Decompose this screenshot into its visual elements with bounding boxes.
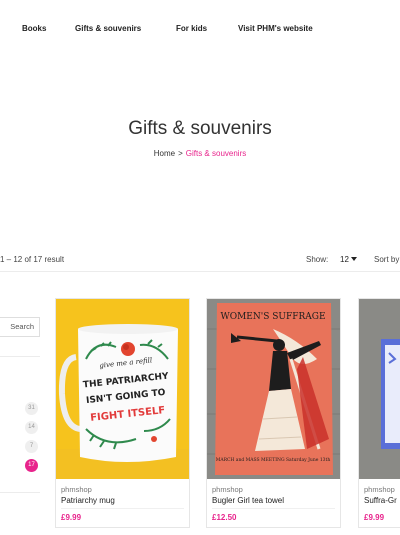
product-image-tea-towel[interactable]: WOMEN'S SUFFRAGE MARCH and MASS MEETING …: [207, 299, 340, 479]
result-count: 1 – 12 of 17 result: [0, 255, 65, 264]
tea-towel-artwork: WOMEN'S SUFFRAGE MARCH and MASS MEETING …: [207, 299, 340, 479]
product-vendor: phmshop: [61, 485, 92, 494]
toolbar-divider: [0, 271, 400, 272]
page-title: Gifts & souvenirs: [128, 118, 272, 139]
mug-artwork: give me a refill THE PATRIARCHY ISN'T GO…: [56, 299, 189, 479]
nav-item-gifts-souvenirs[interactable]: Gifts & souvenirs: [75, 24, 141, 33]
product-card-suffra-gr[interactable]: phmshop Suffra-Gr £9.99: [358, 298, 400, 528]
product-vendor: phmshop: [212, 485, 243, 494]
product-card-patriarchy-mug[interactable]: give me a refill THE PATRIARCHY ISN'T GO…: [55, 298, 190, 528]
towel-footer: MARCH and MASS MEETING Saturday June 13t…: [216, 457, 331, 463]
product-image-mug[interactable]: give me a refill THE PATRIARCHY ISN'T GO…: [56, 299, 189, 479]
breadcrumb: Home > Gifts & souvenirs: [0, 149, 400, 158]
breadcrumb-separator: >: [178, 149, 183, 158]
per-page-select[interactable]: 12: [340, 255, 357, 264]
sort-by-dropdown[interactable]: Sort by: [374, 255, 399, 264]
nav-item-books[interactable]: Books: [22, 24, 46, 33]
product-price: £12.50: [212, 513, 237, 522]
category-count-badge[interactable]: 7: [25, 440, 38, 453]
product-vendor: phmshop: [364, 485, 395, 494]
per-page-value: 12: [340, 255, 349, 264]
product-card-bugler-girl-tea-towel[interactable]: WOMEN'S SUFFRAGE MARCH and MASS MEETING …: [206, 298, 341, 528]
category-count-badge[interactable]: 14: [25, 421, 38, 434]
product-name-link[interactable]: Suffra-Gr: [364, 496, 397, 505]
category-count-badge-active[interactable]: 17: [25, 459, 38, 472]
nav-item-visit-phm-website[interactable]: Visit PHM's website: [238, 24, 313, 33]
suffra-gr-artwork: [359, 299, 400, 479]
category-count-badge[interactable]: 31: [25, 402, 38, 415]
product-image-suffra-gr[interactable]: [359, 299, 400, 479]
product-name-link[interactable]: Patriarchy mug: [61, 496, 115, 505]
product-price: £9.99: [61, 513, 82, 522]
nav-item-for-kids[interactable]: For kids: [176, 24, 207, 33]
sidebar-divider: [0, 356, 40, 357]
search-button[interactable]: Search: [0, 317, 40, 337]
breadcrumb-current: Gifts & souvenirs: [185, 149, 247, 158]
show-label: Show:: [306, 255, 329, 264]
product-name-link[interactable]: Bugler Girl tea towel: [212, 496, 284, 505]
caret-down-icon: [350, 257, 357, 261]
card-divider: [61, 508, 184, 509]
product-price: £9.99: [364, 513, 385, 522]
towel-title: WOMEN'S SUFFRAGE: [220, 312, 325, 322]
breadcrumb-home-link[interactable]: Home: [154, 149, 175, 158]
card-divider: [212, 508, 335, 509]
sidebar-divider: [0, 492, 40, 493]
top-navigation: Books Gifts & souvenirs For kids Visit P…: [0, 0, 400, 58]
